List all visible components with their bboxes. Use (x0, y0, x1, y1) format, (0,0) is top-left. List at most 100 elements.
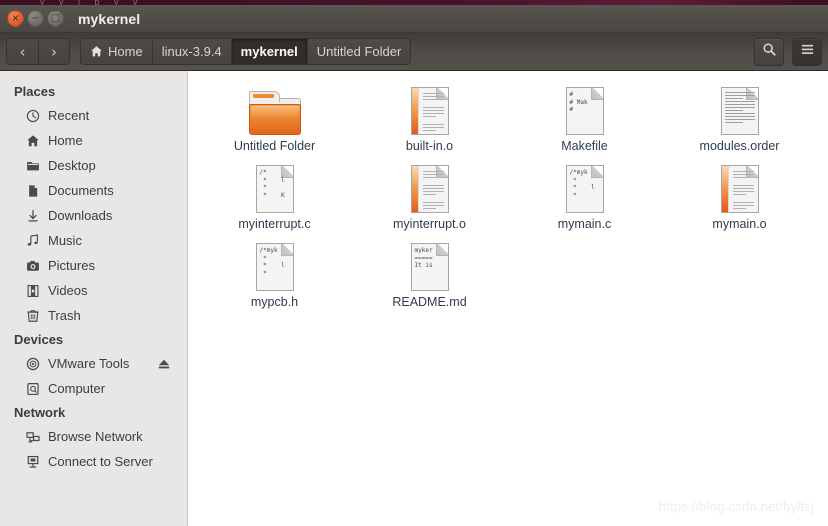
file-item[interactable]: myinterrupt.o (352, 159, 507, 237)
sidebar-item-label: Browse Network (48, 429, 143, 444)
minimize-window-button[interactable]: − (27, 10, 44, 27)
close-icon: × (11, 12, 20, 24)
maximize-window-button[interactable]: □ (47, 10, 64, 27)
sidebar-item-documents[interactable]: Documents (0, 178, 187, 203)
desktop-folder-icon (24, 159, 42, 173)
sidebar-item-videos[interactable]: Videos (0, 278, 187, 303)
close-window-button[interactable]: × (7, 10, 24, 27)
file-preview-text: myker ===== It is (414, 247, 433, 269)
minimize-icon: − (31, 12, 40, 24)
forward-button[interactable]: › (38, 39, 69, 64)
navigation-buttons: ‹ › (6, 38, 70, 65)
sidebar-item-music[interactable]: Music (0, 228, 187, 253)
toolbar: ‹ › Home linux-3.9.4 mykernel Untitled F… (0, 33, 828, 71)
file-name: Makefile (561, 139, 608, 153)
sidebar-item-label: Connect to Server (48, 454, 153, 469)
text-file-icon: # # Mak # (565, 85, 604, 135)
film-icon (24, 284, 42, 298)
file-item[interactable]: myker ===== It is README.md (352, 237, 507, 315)
sidebar-item-pictures[interactable]: Pictures (0, 253, 187, 278)
trash-icon (24, 309, 42, 323)
sidebar-section-places: Places (14, 84, 56, 99)
sidebar: Places Recent Home Desktop Documents Dow… (0, 71, 188, 526)
title-bar: × − □ mykernel (0, 5, 828, 33)
sidebar-item-trash[interactable]: Trash (0, 303, 187, 328)
plain-file-icon (720, 85, 759, 135)
search-button[interactable] (754, 37, 784, 66)
server-icon (24, 455, 42, 469)
breadcrumb-label: mykernel (240, 44, 298, 59)
file-name: myinterrupt.c (238, 217, 311, 231)
file-manager-window: y y i p y y × − □ mykernel ‹ › Home linu… (0, 0, 828, 526)
folder-icon (248, 85, 301, 135)
eject-icon[interactable] (157, 358, 171, 370)
file-preview-text: # # Mak # (569, 91, 588, 113)
file-item[interactable]: # # Mak # Makefile (507, 81, 662, 159)
sidebar-item-label: Music (48, 233, 82, 248)
sidebar-item-recent[interactable]: Recent (0, 103, 187, 128)
file-item[interactable]: Untitled Folder (197, 81, 352, 159)
clock-icon (24, 109, 42, 123)
sidebar-item-vmware-tools[interactable]: VMware Tools (0, 351, 187, 376)
sidebar-section-devices: Devices (14, 332, 64, 347)
sidebar-item-downloads[interactable]: Downloads (0, 203, 187, 228)
breadcrumb-item-mykernel[interactable]: mykernel (230, 39, 307, 64)
sidebar-item-label: Recent (48, 108, 90, 123)
document-icon (24, 184, 42, 198)
icon-grid: Untitled Folder built-in.o # # Mak # Mak… (189, 71, 828, 315)
breadcrumb-item-untitled-folder[interactable]: Untitled Folder (306, 39, 411, 64)
home-icon (90, 45, 103, 58)
sidebar-item-computer[interactable]: Computer (0, 376, 187, 401)
breadcrumb-item-linux[interactable]: linux-3.9.4 (151, 39, 231, 64)
search-icon (762, 42, 777, 62)
file-item[interactable]: mymain.o (662, 159, 817, 237)
home-icon (24, 134, 42, 148)
breadcrumb-label: Home (108, 44, 143, 59)
sidebar-item-label: Home (48, 133, 83, 148)
breadcrumb-item-home[interactable]: Home (81, 39, 152, 64)
file-item[interactable]: modules.order (662, 81, 817, 159)
file-item[interactable]: /*myk * * l * mypcb.h (197, 237, 352, 315)
sidebar-item-label: VMware Tools (48, 356, 130, 371)
chevron-left-icon: ‹ (19, 42, 26, 61)
source-file-icon: /* * l * * K (255, 163, 294, 213)
sidebar-item-desktop[interactable]: Desktop (0, 153, 187, 178)
header-file-icon: /*myk * * l * (255, 241, 294, 291)
file-name: Untitled Folder (233, 139, 316, 153)
sidebar-item-label: Pictures (48, 258, 95, 273)
sidebar-item-connect-to-server[interactable]: Connect to Server (0, 449, 187, 474)
file-preview-text: /*myk * * l * (569, 169, 595, 199)
camera-icon (24, 259, 42, 273)
menu-button[interactable] (792, 37, 822, 66)
sidebar-item-label: Trash (48, 308, 81, 323)
file-item[interactable]: /*myk * * l * mymain.c (507, 159, 662, 237)
markdown-file-icon: myker ===== It is (410, 241, 449, 291)
sidebar-item-browse-network[interactable]: Browse Network (0, 424, 187, 449)
sidebar-item-label: Downloads (48, 208, 113, 223)
window-title: mykernel (78, 10, 141, 27)
sidebar-item-home[interactable]: Home (0, 128, 187, 153)
disc-icon (24, 357, 42, 371)
object-file-icon (410, 163, 449, 213)
object-file-icon (720, 163, 759, 213)
file-name: mymain.o (712, 217, 767, 231)
file-name: README.md (392, 295, 467, 309)
file-name: mymain.c (557, 217, 612, 231)
chevron-right-icon: › (51, 42, 57, 61)
file-item[interactable]: /* * l * * K myinterrupt.c (197, 159, 352, 237)
file-preview-text: /* * l * * K (259, 169, 285, 199)
sidebar-item-label: Desktop (48, 158, 96, 173)
watermark: https://blog.csdn.net/bylfsj (658, 499, 814, 514)
hamburger-menu-icon (800, 43, 815, 61)
back-button[interactable]: ‹ (7, 39, 38, 64)
music-note-icon (24, 233, 42, 248)
file-name: built-in.o (405, 139, 454, 153)
source-file-icon: /*myk * * l * (565, 163, 604, 213)
file-preview-text: /*myk * * l * (259, 247, 285, 277)
file-list-view[interactable]: Untitled Folder built-in.o # # Mak # Mak… (189, 71, 828, 526)
breadcrumb: Home linux-3.9.4 mykernel Untitled Folde… (80, 38, 412, 65)
sidebar-item-label: Documents (48, 183, 114, 198)
file-name: myinterrupt.o (393, 217, 466, 231)
breadcrumb-label: linux-3.9.4 (161, 44, 222, 59)
file-item[interactable]: built-in.o (352, 81, 507, 159)
